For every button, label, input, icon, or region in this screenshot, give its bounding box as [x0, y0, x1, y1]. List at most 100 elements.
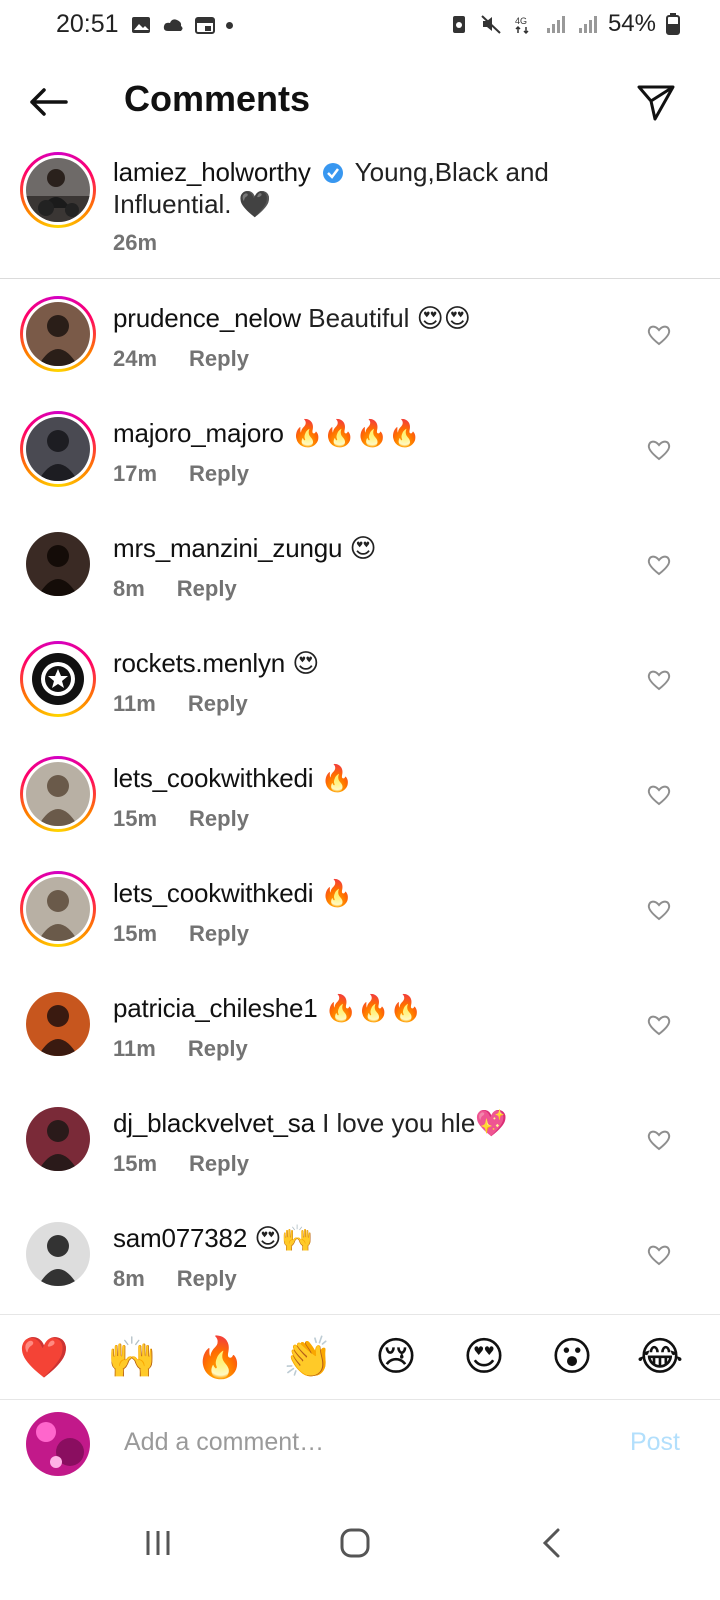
recent-apps-icon [146, 1531, 170, 1555]
data-saver-icon [452, 16, 465, 33]
comment-time: 15m [113, 921, 158, 946]
comment-username[interactable]: sam077382 [113, 1223, 247, 1253]
avatar [26, 532, 90, 596]
home-button[interactable] [325, 1513, 385, 1573]
avatar [26, 302, 90, 366]
system-back-button[interactable] [522, 1513, 582, 1573]
reaction-emoji[interactable]: 🙌 [106, 1331, 158, 1383]
comment-username[interactable]: mrs_manzini_zungu [113, 533, 342, 563]
reply-button[interactable]: Reply [177, 576, 237, 601]
comment-time: 8m [113, 576, 145, 601]
comment-text: 😍🙌 [254, 1223, 314, 1253]
reply-button[interactable]: Reply [189, 806, 249, 831]
comment-text: 🔥🔥🔥🔥 [291, 418, 421, 448]
comment-row: prudence_nelow Beautiful 😍😍 24m Reply [0, 294, 720, 404]
comment-username[interactable]: lets_cookwithkedi [113, 763, 314, 793]
avatar [26, 158, 90, 222]
comment-username[interactable]: patricia_chileshe1 [113, 993, 318, 1023]
signal-icon [578, 16, 597, 33]
comment-time: 11m [113, 1036, 156, 1061]
back-button[interactable] [22, 76, 74, 128]
recent-apps-button[interactable] [128, 1513, 188, 1573]
comment-time: 15m [113, 1151, 158, 1176]
avatar [26, 877, 90, 941]
like-button[interactable] [646, 322, 672, 348]
like-button[interactable] [646, 782, 672, 808]
gallery-icon [132, 17, 150, 33]
comment-input[interactable]: Add a comment… [124, 1428, 324, 1457]
comment-text: 😍 [292, 648, 320, 678]
caption-time: 26m [113, 230, 158, 255]
comment-username[interactable]: rockets.menlyn [113, 648, 285, 678]
heart-outline-icon [647, 900, 671, 921]
like-button[interactable] [646, 1242, 672, 1268]
system-nav-bar [0, 1495, 720, 1600]
reaction-emoji[interactable]: 👏 [282, 1331, 334, 1383]
comment-time: 15m [113, 806, 158, 831]
reply-button[interactable]: Reply [189, 921, 249, 946]
reaction-emoji[interactable]: 😂 [634, 1331, 686, 1383]
svg-text:4G: 4G [515, 16, 527, 26]
reply-button[interactable]: Reply [189, 461, 249, 486]
comment-time: 24m [113, 346, 158, 371]
comment-avatar[interactable] [20, 1216, 96, 1292]
comment-avatar[interactable] [20, 986, 96, 1062]
reply-button[interactable]: Reply [177, 1266, 237, 1291]
heart-outline-icon [647, 1015, 671, 1036]
battery-icon [666, 13, 680, 35]
like-button[interactable] [646, 1012, 672, 1038]
comment-username[interactable]: dj_blackvelvet_sa [113, 1108, 315, 1138]
reaction-emoji[interactable]: 😍 [458, 1331, 510, 1383]
reaction-emoji[interactable]: 😢 [370, 1331, 422, 1383]
comment-username[interactable]: prudence_nelow [113, 303, 301, 333]
comment-row: dj_blackvelvet_sa I love you hle💖 15m Repl… [0, 1099, 720, 1209]
comment-avatar[interactable] [20, 1101, 96, 1177]
comment-avatar[interactable] [20, 296, 96, 372]
mute-icon [481, 15, 501, 34]
comment-row: majoro_majoro 🔥🔥🔥🔥 17m Reply [0, 409, 720, 519]
comment-row: rockets.menlyn 😍 11m Reply [0, 639, 720, 749]
share-button[interactable] [630, 76, 682, 128]
reaction-emoji[interactable]: 😮 [546, 1331, 598, 1383]
heart-outline-icon [647, 325, 671, 346]
comment-username[interactable]: lets_cookwithkedi [113, 878, 314, 908]
calendar-icon [195, 17, 215, 34]
heart-outline-icon [647, 785, 671, 806]
like-button[interactable] [646, 437, 672, 463]
reply-button[interactable]: Reply [189, 1151, 249, 1176]
reply-button[interactable]: Reply [189, 346, 249, 371]
heart-outline-icon [647, 1130, 671, 1151]
comment-text: Beautiful 😍😍 [308, 303, 471, 333]
reply-button[interactable]: Reply [188, 691, 248, 716]
comment-row: lets_cookwithkedi 🔥 15m Reply [0, 754, 720, 864]
like-button[interactable] [646, 1127, 672, 1153]
comment-time: 17m [113, 461, 158, 486]
like-button[interactable] [646, 667, 672, 693]
comment-avatar[interactable] [20, 756, 96, 832]
like-button[interactable] [646, 897, 672, 923]
comment-row: lets_cookwithkedi 🔥 15m Reply [0, 869, 720, 979]
reaction-emoji[interactable]: 🔥 [194, 1331, 246, 1383]
comment-username[interactable]: majoro_majoro [113, 418, 284, 448]
like-button[interactable] [646, 552, 672, 578]
network-4g-icon: 4G [515, 16, 529, 35]
caption-username[interactable]: lamiez_holworthy [113, 157, 311, 187]
post-button[interactable]: Post [630, 1428, 680, 1457]
comment-time: 11m [113, 691, 156, 716]
divider [0, 278, 720, 279]
comment-avatar[interactable] [20, 871, 96, 947]
comment-avatar[interactable] [20, 411, 96, 487]
comment-text: 🔥 [320, 763, 353, 793]
comment-avatar[interactable] [20, 526, 96, 602]
comment-composer: Add a comment… Post [0, 1400, 720, 1490]
heart-outline-icon [647, 1245, 671, 1266]
reaction-emoji[interactable]: ❤️ [18, 1331, 70, 1383]
reply-button[interactable]: Reply [188, 1036, 248, 1061]
header: Comments [0, 62, 720, 142]
avatar [26, 1222, 90, 1286]
comment-avatar[interactable] [20, 641, 96, 717]
home-icon [340, 1528, 370, 1558]
avatar [26, 1107, 90, 1171]
caption-avatar-ring[interactable] [20, 152, 96, 228]
composer-avatar [26, 1412, 90, 1476]
